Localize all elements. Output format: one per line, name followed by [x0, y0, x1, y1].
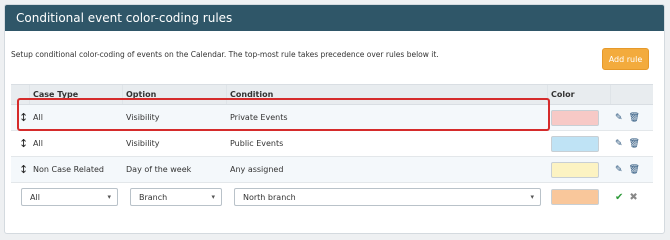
option-select-value: Branch [139, 192, 168, 202]
edit-row: All ▾ Branch ▾ North branch ▾ ✔ ✖ [11, 183, 653, 211]
drag-handle-icon[interactable]: ↕ [19, 131, 28, 156]
header-color: Color [551, 90, 575, 99]
edit-row-highlight [17, 98, 550, 131]
pencil-icon[interactable]: ✎ [615, 113, 623, 123]
color-swatch[interactable] [551, 161, 599, 178]
chevron-down-icon: ▾ [211, 193, 215, 201]
row-option: Visibility [126, 139, 160, 148]
rules-description: Setup conditional color-coding of events… [11, 50, 439, 59]
color-swatch[interactable] [551, 109, 599, 126]
edit-row-actions: ✔ ✖ [615, 183, 638, 211]
panel-header: Conditional event color-coding rules [5, 5, 664, 31]
trash-icon[interactable]: 🗑 [629, 165, 640, 175]
pencil-icon[interactable]: ✎ [615, 165, 623, 175]
row-case-type: Non Case Related [33, 165, 104, 174]
drag-handle-icon[interactable]: ↕ [19, 157, 28, 182]
color-swatch[interactable] [551, 135, 599, 152]
row-color [551, 131, 599, 156]
case-type-select[interactable]: All ▾ [21, 188, 118, 206]
row-actions: ✎ 🗑 [615, 157, 640, 182]
condition-select[interactable]: North branch ▾ [234, 188, 541, 206]
row-condition: Public Events [230, 139, 284, 148]
condition-select-value: North branch [243, 192, 296, 202]
pencil-icon[interactable]: ✎ [615, 139, 623, 149]
chevron-down-icon: ▾ [107, 193, 111, 201]
add-rule-button[interactable]: Add rule [602, 48, 649, 70]
color-picker[interactable] [551, 189, 599, 205]
chevron-down-icon: ▾ [530, 193, 534, 201]
close-icon[interactable]: ✖ [629, 192, 637, 203]
trash-icon[interactable]: 🗑 [629, 113, 640, 123]
case-type-select-value: All [30, 192, 40, 202]
row-color [551, 157, 599, 182]
row-color [551, 105, 599, 130]
edit-row-color [551, 183, 599, 211]
row-actions: ✎ 🗑 [615, 131, 640, 156]
table-row[interactable]: ↕ All Visibility Public Events ✎ 🗑 [11, 131, 653, 157]
panel-title: Conditional event color-coding rules [16, 11, 233, 25]
check-icon[interactable]: ✔ [615, 192, 623, 203]
option-select[interactable]: Branch ▾ [130, 188, 222, 206]
row-option: Day of the week [126, 165, 192, 174]
trash-icon[interactable]: 🗑 [629, 139, 640, 149]
table-row[interactable]: ↕ Non Case Related Day of the week Any a… [11, 157, 653, 183]
row-actions: ✎ 🗑 [615, 105, 640, 130]
row-case-type: All [33, 139, 43, 148]
row-condition: Any assigned [230, 165, 284, 174]
